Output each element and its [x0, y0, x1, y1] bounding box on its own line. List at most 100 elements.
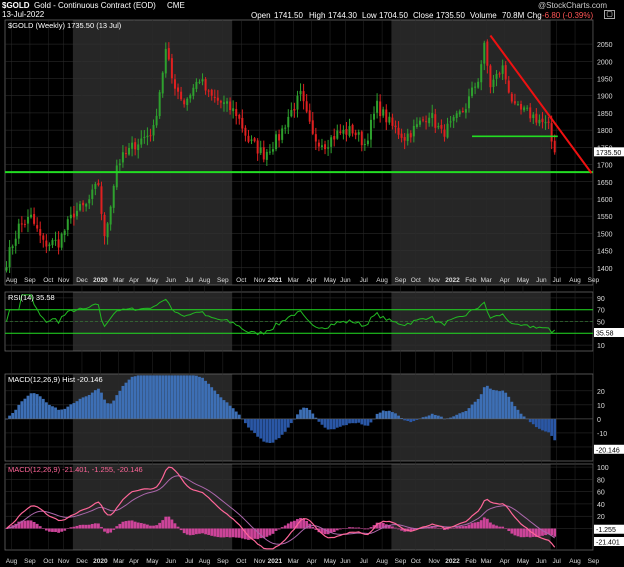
macd-last-value: -21.401: [596, 540, 620, 547]
macd-hist-bar: [90, 392, 94, 419]
macd-hist-bar: [198, 376, 201, 419]
macd-signal-last-value: -1.255: [596, 527, 616, 534]
macd-hist-bar: [222, 528, 226, 538]
macd-hist-bar: [256, 418, 260, 437]
macd-hist-bar: [185, 528, 189, 535]
x-tick-label: Apr: [129, 277, 140, 284]
y-tick-label: 1500: [597, 231, 613, 238]
candle-body: [51, 240, 54, 246]
candle-body: [140, 138, 143, 145]
candle-body: [434, 114, 437, 128]
candle-body: [146, 135, 149, 138]
candle-body: [333, 136, 336, 140]
y-tick-label: 0: [597, 417, 601, 424]
candle-body: [259, 147, 262, 154]
candle-body: [376, 100, 379, 113]
macd-hist-bar: [467, 524, 471, 529]
macd-hist-bar: [139, 523, 143, 529]
macd-hist-bar: [185, 375, 189, 419]
candle-body: [124, 153, 127, 155]
macd-hist-bar: [375, 413, 379, 419]
macd-hist-bar: [11, 413, 15, 419]
x-tick-label: 2022: [445, 277, 460, 284]
macd-hist-bar: [84, 524, 88, 529]
macd-hist-bar: [44, 528, 48, 531]
candle-body: [66, 219, 69, 230]
macd-hist-bar: [274, 528, 278, 531]
macd-hist-bar: [149, 375, 152, 419]
macd-hist-bar: [63, 408, 67, 419]
y-tick-label: 10: [597, 343, 605, 350]
macd-hist-bar: [106, 528, 109, 534]
x-tick-label: Oct: [411, 277, 421, 284]
macd-hist-bar: [121, 521, 125, 529]
macd-hist-bar: [210, 528, 214, 536]
x-tick-label: May: [146, 558, 159, 565]
macd-hist-bar: [54, 528, 57, 533]
macd-hist-bar: [342, 418, 345, 426]
candle-body: [11, 246, 14, 249]
macd-hist-bar: [498, 391, 501, 419]
macd-hist-bar: [133, 521, 137, 529]
macd-hist-bar: [87, 394, 91, 419]
macd-hist-bar: [32, 521, 36, 529]
macd-hist-bar: [289, 521, 293, 529]
candle-body: [520, 103, 523, 110]
candle-body: [327, 147, 330, 149]
candle-body: [529, 107, 532, 119]
macd-hist-bar: [522, 528, 526, 538]
macd-hist-bar: [516, 409, 520, 419]
candle-body: [302, 91, 305, 102]
candle-body: [85, 204, 88, 207]
y-tick-label: 1850: [597, 111, 613, 118]
y-tick-label: 60: [597, 490, 605, 497]
x-tick-label: May: [324, 558, 337, 565]
macd-hist-bar: [8, 415, 11, 419]
candle-body: [296, 95, 299, 110]
x-tick-label: Aug: [199, 558, 211, 565]
y-tick-label: -10: [597, 431, 607, 438]
macd-hist-bar: [317, 418, 321, 422]
x-tick-label: Sep: [395, 558, 407, 565]
candle-body: [403, 136, 406, 141]
candle-body: [281, 128, 284, 140]
x-tick-label: Sep: [588, 277, 600, 284]
macd-hist-bar: [38, 526, 42, 529]
macd-hist-bar: [507, 396, 511, 419]
candle-body: [72, 213, 75, 218]
macd-hist-bar: [237, 528, 241, 538]
candle-body: [360, 131, 363, 146]
macd-hist-bar: [164, 375, 168, 419]
macd-hist-bar: [81, 397, 85, 419]
candle-body: [290, 110, 293, 117]
macd-hist-bar: [158, 375, 162, 419]
macd-hist-bar: [455, 527, 459, 529]
macd-hist-bar: [433, 527, 437, 529]
y-tick-label: 2050: [597, 42, 613, 49]
macd-hist-bar: [458, 413, 462, 419]
macd-hist-bar: [127, 520, 131, 529]
macd-hist-bar: [495, 390, 498, 419]
x-tick-label: Nov: [58, 277, 70, 284]
macd-hist-bar: [369, 418, 373, 423]
candle-body: [406, 133, 409, 142]
macd-hist-bar: [93, 390, 97, 419]
candle-body: [418, 120, 421, 125]
macd-hist-bar: [424, 416, 428, 419]
x-tick-label: Jul: [360, 558, 369, 565]
x-tick-label: Oct: [236, 277, 246, 284]
x-tick-label: May: [517, 277, 530, 284]
macd-hist-bar: [550, 418, 554, 436]
macd-hist-bar: [253, 418, 256, 433]
macd-hist-bar: [182, 528, 186, 534]
candle-body: [550, 123, 553, 142]
macd-hist-bar: [207, 383, 211, 419]
candle-body: [388, 116, 391, 123]
macd-hist-bar: [280, 527, 284, 529]
macd-hist-bar: [271, 528, 275, 534]
macd-hist-bar: [476, 398, 480, 419]
macd-hist-bar: [342, 528, 345, 529]
macd-hist-bar: [112, 528, 116, 530]
macd-hist-bar: [136, 522, 140, 529]
macd-hist-bar: [283, 525, 287, 529]
